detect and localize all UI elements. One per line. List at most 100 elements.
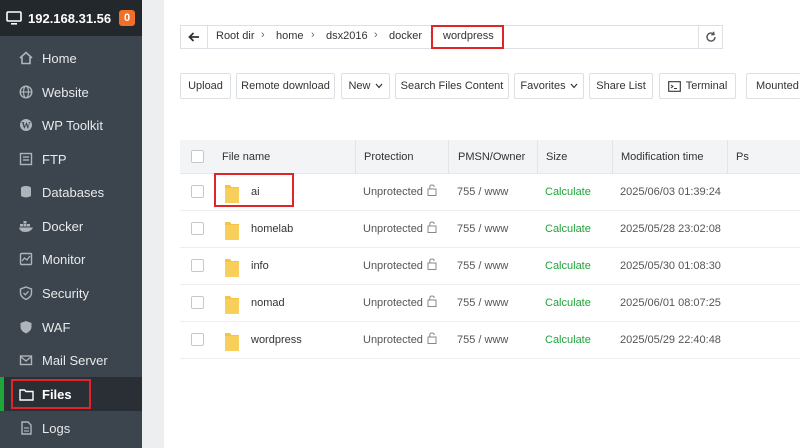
notification-badge[interactable]: 0 bbox=[119, 10, 135, 26]
back-button[interactable] bbox=[181, 26, 208, 48]
breadcrumb-highlight-box bbox=[431, 25, 504, 49]
pmsn-owner[interactable]: 755 / www bbox=[457, 186, 508, 198]
pmsn-owner[interactable]: 755 / www bbox=[457, 334, 508, 346]
chevron-down-icon bbox=[570, 83, 578, 89]
refresh-button[interactable] bbox=[698, 26, 722, 48]
new-dropdown[interactable]: New bbox=[341, 73, 390, 99]
row-checkbox[interactable] bbox=[191, 296, 204, 309]
pmsn-owner[interactable]: 755 / www bbox=[457, 297, 508, 309]
server-ip: 192.168.31.56 bbox=[28, 11, 112, 26]
file-name[interactable]: info bbox=[251, 260, 269, 272]
protection-status[interactable]: Unprotected bbox=[363, 297, 423, 309]
sidebar-header: 192.168.31.56 0 bbox=[0, 0, 142, 36]
table-row[interactable]: info Unprotected 755 / www Calculate 202… bbox=[180, 248, 800, 285]
unlock-icon[interactable] bbox=[427, 295, 437, 307]
header-size[interactable]: Size bbox=[546, 151, 567, 163]
pmsn-owner[interactable]: 755 / www bbox=[457, 223, 508, 235]
unlock-icon[interactable] bbox=[427, 332, 437, 344]
sidebar-item-website[interactable]: Website bbox=[0, 75, 142, 109]
row-checkbox[interactable] bbox=[191, 259, 204, 272]
docker-icon bbox=[18, 218, 34, 234]
row-checkbox[interactable] bbox=[191, 185, 204, 198]
refresh-icon bbox=[705, 31, 716, 42]
sidebar-item-label: Mail Server bbox=[42, 352, 108, 368]
upload-button[interactable]: Upload bbox=[180, 73, 231, 99]
calculate-size-link[interactable]: Calculate bbox=[545, 223, 591, 235]
unlock-icon[interactable] bbox=[427, 184, 437, 196]
sidebar-item-wp-toolkit[interactable]: W WP Toolkit bbox=[0, 108, 142, 142]
header-pmsn-owner[interactable]: PMSN/Owner bbox=[458, 151, 525, 163]
sidebar-item-monitor[interactable]: Monitor bbox=[0, 242, 142, 276]
header-file-name[interactable]: File name bbox=[222, 151, 270, 163]
folder-icon bbox=[225, 259, 239, 277]
modification-time: 2025/06/01 08:07:25 bbox=[620, 297, 721, 309]
folder-icon bbox=[225, 296, 239, 314]
sidebar-item-label: Security bbox=[42, 285, 89, 301]
table-row[interactable]: wordpress Unprotected 755 / www Calculat… bbox=[180, 322, 800, 359]
header-protection[interactable]: Protection bbox=[364, 151, 414, 163]
sidebar-item-label: FTP bbox=[42, 151, 67, 167]
sidebar-item-logs[interactable]: Logs bbox=[0, 411, 142, 445]
modification-time: 2025/05/29 22:40:48 bbox=[620, 334, 721, 346]
favorites-dropdown[interactable]: Favorites bbox=[514, 73, 584, 99]
select-all-checkbox[interactable] bbox=[191, 150, 204, 163]
chevron-right-icon: › bbox=[261, 29, 265, 41]
terminal-button[interactable]: Terminal bbox=[659, 73, 736, 99]
column-divider bbox=[612, 140, 613, 174]
protection-status[interactable]: Unprotected bbox=[363, 260, 423, 272]
calculate-size-link[interactable]: Calculate bbox=[545, 260, 591, 272]
file-name[interactable]: wordpress bbox=[251, 334, 302, 346]
modification-time: 2025/05/28 23:02:08 bbox=[620, 223, 721, 235]
calculate-size-link[interactable]: Calculate bbox=[545, 186, 591, 198]
row-checkbox[interactable] bbox=[191, 333, 204, 346]
sidebar-item-home[interactable]: Home bbox=[0, 41, 142, 75]
modification-time: 2025/05/30 01:08:30 bbox=[620, 260, 721, 272]
new-label: New bbox=[348, 80, 371, 92]
mounted-button[interactable]: Mounted bbox=[746, 73, 800, 99]
remote-download-button[interactable]: Remote download bbox=[236, 73, 335, 99]
unlock-icon[interactable] bbox=[427, 221, 437, 233]
folder-icon bbox=[225, 222, 239, 240]
search-files-content-button[interactable]: Search Files Content bbox=[395, 73, 509, 99]
breadcrumb-docker[interactable]: docker bbox=[389, 30, 422, 42]
row-checkbox[interactable] bbox=[191, 222, 204, 235]
share-list-button[interactable]: Share List bbox=[589, 73, 653, 99]
home-icon bbox=[18, 50, 34, 66]
sidebar-item-waf[interactable]: WAF bbox=[0, 310, 142, 344]
waf-shield-icon bbox=[18, 319, 34, 335]
protection-status[interactable]: Unprotected bbox=[363, 334, 423, 346]
calculate-size-link[interactable]: Calculate bbox=[545, 334, 591, 346]
breadcrumb-home[interactable]: home bbox=[276, 30, 304, 42]
wordpress-icon: W bbox=[18, 117, 34, 133]
sidebar-item-databases[interactable]: Databases bbox=[0, 175, 142, 209]
sidebar-item-label: WP Toolkit bbox=[42, 117, 103, 133]
calculate-size-link[interactable]: Calculate bbox=[545, 297, 591, 309]
sidebar-item-label: Databases bbox=[42, 184, 105, 200]
protection-status[interactable]: Unprotected bbox=[363, 223, 423, 235]
sidebar-item-label: Home bbox=[42, 50, 77, 66]
pmsn-owner[interactable]: 755 / www bbox=[457, 260, 508, 272]
breadcrumb-dsx2016[interactable]: dsx2016 bbox=[326, 30, 368, 42]
protection-status[interactable]: Unprotected bbox=[363, 186, 423, 198]
file-name[interactable]: homelab bbox=[251, 223, 293, 235]
table-row[interactable]: nomad Unprotected 755 / www Calculate 20… bbox=[180, 285, 800, 322]
breadcrumb-root[interactable]: Root dir bbox=[216, 30, 255, 42]
sidebar-gutter bbox=[142, 0, 164, 448]
header-modification-time[interactable]: Modification time bbox=[621, 151, 704, 163]
sidebar-item-security[interactable]: Security bbox=[0, 276, 142, 310]
sidebar-item-ftp[interactable]: FTP bbox=[0, 142, 142, 176]
sidebar-item-label: Docker bbox=[42, 218, 84, 234]
column-divider bbox=[448, 140, 449, 174]
file-name[interactable]: nomad bbox=[251, 297, 285, 309]
chevron-down-icon bbox=[375, 83, 382, 89]
terminal-label: Terminal bbox=[685, 80, 728, 92]
header-ps[interactable]: Ps bbox=[736, 151, 749, 163]
sidebar-item-mail-server[interactable]: Mail Server bbox=[0, 343, 142, 377]
folder-icon bbox=[225, 333, 239, 351]
table-row[interactable]: homelab Unprotected 755 / www Calculate … bbox=[180, 211, 800, 248]
unlock-icon[interactable] bbox=[427, 258, 437, 270]
sidebar-item-docker[interactable]: Docker bbox=[0, 209, 142, 243]
terminal-icon bbox=[667, 80, 681, 92]
log-file-icon bbox=[18, 420, 34, 436]
column-divider bbox=[537, 140, 538, 174]
